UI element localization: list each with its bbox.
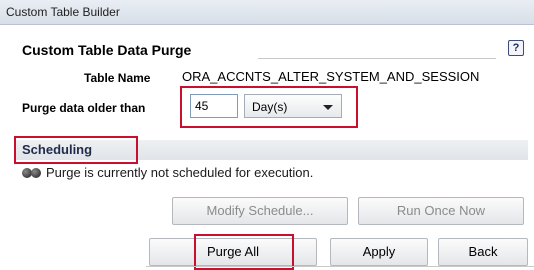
- window-title: Custom Table Builder: [6, 5, 120, 19]
- bottom-divider: [146, 266, 534, 267]
- highlight-box-scheduling: [14, 136, 138, 164]
- purge-age-label: Purge data older than: [22, 101, 146, 115]
- purge-unit-value: Day(s): [252, 100, 288, 114]
- table-name-label: Table Name: [84, 71, 151, 85]
- run-once-now-button[interactable]: Run Once Now: [358, 197, 524, 225]
- highlight-box-purge-all: [194, 234, 294, 270]
- purge-age-input[interactable]: [190, 94, 238, 118]
- status-dot-icon: [31, 168, 41, 178]
- window-titlebar: Custom Table Builder: [0, 0, 534, 25]
- back-button[interactable]: Back: [438, 238, 528, 266]
- section-divider: [258, 58, 496, 59]
- chevron-down-icon: [323, 105, 333, 110]
- section-title: Custom Table Data Purge: [22, 42, 192, 58]
- purge-unit-select[interactable]: Day(s): [244, 94, 342, 118]
- help-icon[interactable]: ?: [508, 40, 524, 56]
- modify-schedule-button[interactable]: Modify Schedule...: [172, 197, 348, 225]
- apply-button[interactable]: Apply: [330, 238, 428, 266]
- table-name-value: ORA_ACCNTS_ALTER_SYSTEM_AND_SESSION: [182, 69, 480, 84]
- status-icon: [22, 167, 41, 181]
- schedule-status-text: Purge is currently not scheduled for exe…: [46, 165, 314, 180]
